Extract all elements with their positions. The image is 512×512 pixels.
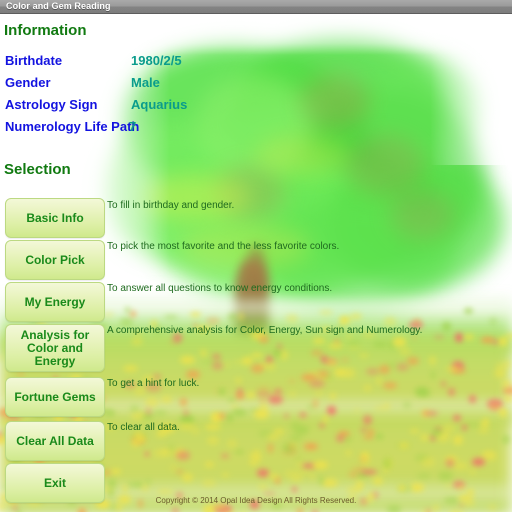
app-window: Color and Gem Reading Information Birthd… [0, 0, 512, 512]
info-label-gender: Gender [5, 75, 51, 90]
info-label-astrology-sign: Astrology Sign [5, 97, 98, 112]
info-row-birthdate: Birthdate 1980/2/5 [0, 53, 300, 75]
info-row-numerology-life-path: Numerology Life Path 7 [0, 119, 300, 141]
clear-all-data-button[interactable]: Clear All Data [5, 421, 105, 461]
fortune-gems-button[interactable]: Fortune Gems [5, 377, 105, 417]
color-pick-button[interactable]: Color Pick [5, 240, 105, 280]
analysis-for-color-and-energy-button[interactable]: Analysis for Color and Energy [5, 324, 105, 372]
info-label-numerology-life-path: Numerology Life Path [5, 119, 140, 134]
my-energy-button[interactable]: My Energy [5, 282, 105, 322]
page-content: Information Birthdate 1980/2/5 Gender Ma… [0, 15, 512, 512]
window-title: Color and Gem Reading [6, 1, 111, 11]
information-heading: Information [4, 22, 87, 39]
info-value-gender: Male [131, 75, 160, 90]
my-energy-button-label: My Energy [24, 294, 86, 309]
info-value-astrology-sign: Aquarius [131, 97, 188, 112]
info-row-gender: Gender Male [0, 75, 300, 97]
basic-info-description: To fill in birthday and gender. [107, 200, 235, 211]
color-pick-button-label: Color Pick [25, 252, 85, 267]
fortune-gems-description: To get a hint for luck. [107, 378, 200, 389]
clear-all-data-description: To clear all data. [107, 422, 180, 433]
info-row-astrology-sign: Astrology Sign Aquarius [0, 97, 300, 119]
basic-info-button-label: Basic Info [26, 210, 84, 225]
basic-info-button[interactable]: Basic Info [5, 198, 105, 238]
selection-heading: Selection [4, 161, 71, 178]
color-pick-description: To pick the most favorite and the less f… [107, 241, 340, 252]
clear-all-data-button-label: Clear All Data [16, 433, 94, 448]
info-value-numerology-life-path: 7 [129, 119, 137, 134]
copyright-footer: Copyright © 2014 Opal Idea Design All Ri… [155, 496, 357, 505]
my-energy-description: To answer all questions to know energy c… [107, 283, 333, 294]
information-table: Birthdate 1980/2/5 Gender Male Astrology… [0, 53, 300, 141]
window-titlebar: Color and Gem Reading [0, 0, 512, 14]
fortune-gems-button-label: Fortune Gems [14, 389, 96, 404]
exit-button-label: Exit [43, 475, 66, 490]
info-label-birthdate: Birthdate [5, 53, 63, 68]
analysis-for-color-and-energy-button-label: Analysis for Color and Energy [20, 327, 90, 368]
info-value-birthdate: 1980/2/5 [131, 53, 182, 68]
analysis-for-color-and-energy-description: A comprehensive analysis for Color, Ener… [107, 325, 423, 336]
